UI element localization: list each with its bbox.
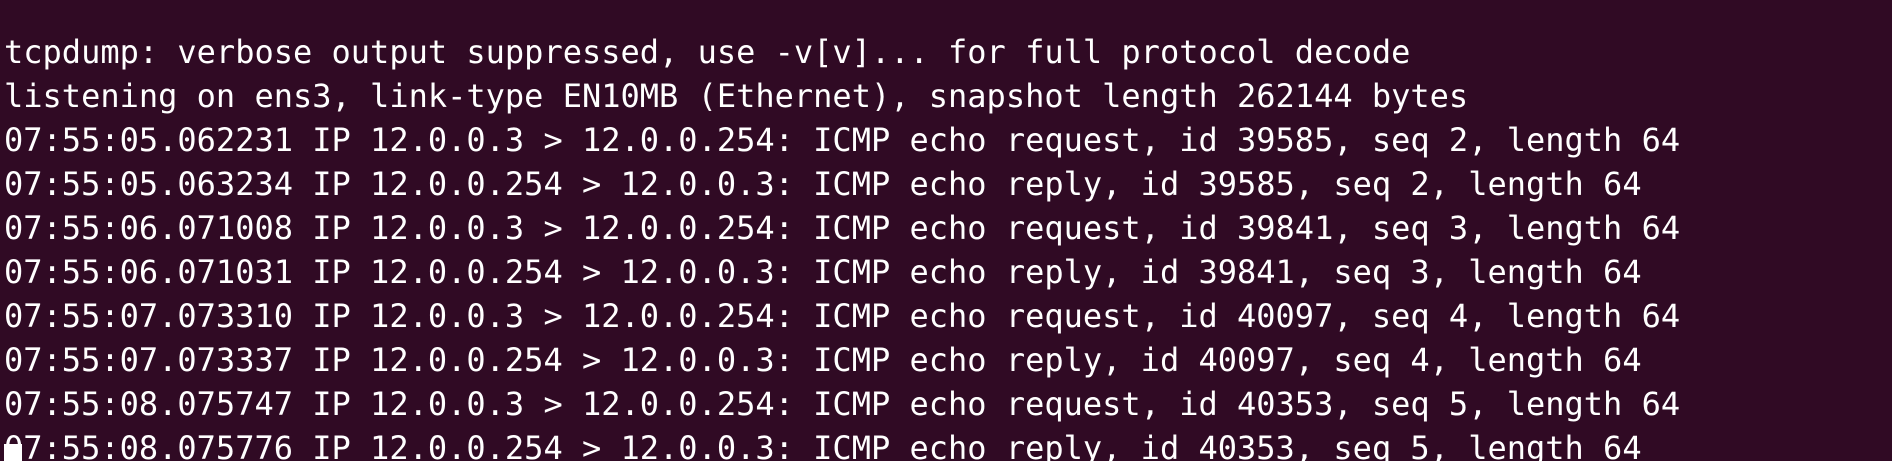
terminal-line: 07:55:06.071008 IP 12.0.0.3 > 12.0.0.254…: [4, 209, 1681, 247]
terminal-line: 07:55:08.075747 IP 12.0.0.3 > 12.0.0.254…: [4, 385, 1681, 423]
terminal-line: 07:55:07.073337 IP 12.0.0.254 > 12.0.0.3…: [4, 341, 1642, 379]
terminal-line-partial: [4, 0, 1680, 30]
terminal-line: 07:55:05.062231 IP 12.0.0.3 > 12.0.0.254…: [4, 121, 1681, 159]
terminal-line: 07:55:05.063234 IP 12.0.0.254 > 12.0.0.3…: [4, 165, 1642, 203]
terminal-window[interactable]: tcpdump: verbose output suppressed, use …: [0, 0, 1892, 461]
terminal-output: tcpdump: verbose output suppressed, use …: [4, 0, 1680, 461]
terminal-line: 07:55:07.073310 IP 12.0.0.3 > 12.0.0.254…: [4, 297, 1681, 335]
terminal-line: 07:55:08.075776 IP 12.0.0.254 > 12.0.0.3…: [4, 429, 1642, 461]
terminal-cursor: [4, 444, 22, 461]
terminal-line: listening on ens3, link-type EN10MB (Eth…: [4, 77, 1469, 115]
terminal-line: tcpdump: verbose output suppressed, use …: [4, 33, 1411, 71]
terminal-line: 07:55:06.071031 IP 12.0.0.254 > 12.0.0.3…: [4, 253, 1642, 291]
